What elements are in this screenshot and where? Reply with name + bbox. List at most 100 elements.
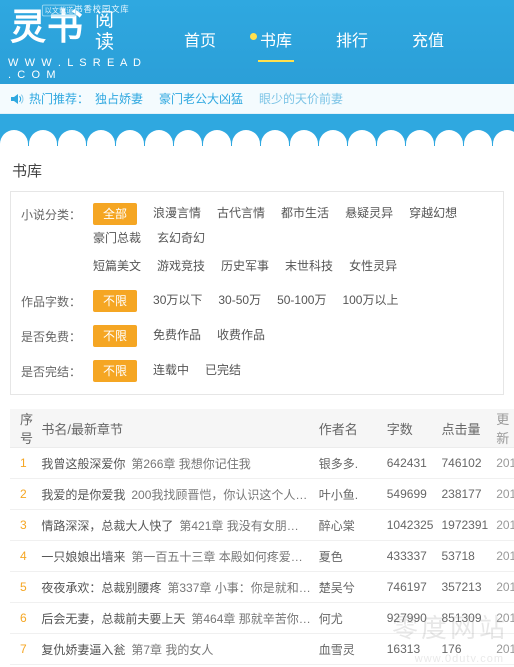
filter-option[interactable]: 收费作品 [217,325,265,345]
notice-link-1[interactable]: 独占娇妻 [95,90,143,107]
filter-option-selected[interactable]: 不限 [93,325,138,347]
book-table-wrap: 序号 书名/最新章节 作者名 字数 点击量 更新 1 我曾这般深爱你 第266章 我… [10,409,514,667]
latest-chapter-link[interactable]: 200我找顾晋恺，你认识这个人… [131,488,307,502]
table-header-row: 序号 书名/最新章节 作者名 字数 点击量 更新 [10,409,514,448]
filter-row: 短篇美文 游戏竞技 历史军事 末世科技 女性灵异 [11,256,503,285]
filter-option[interactable]: 免费作品 [153,325,201,345]
cell-title[interactable]: 情路深深，总裁大人快了 第421章 我没有女朋… [37,509,315,541]
table-row[interactable]: 7复仇娇妻逼入瓮第7章 我的女人血雪灵16313176201 [10,633,514,665]
filter-option[interactable]: 玄幻奇幻 [157,228,205,248]
cell-words: 433337 [382,540,438,572]
book-title-link[interactable]: 夜夜承欢：总裁别腰疼 [41,581,161,595]
nav-item-home[interactable]: 首页 [162,0,238,84]
book-title-link[interactable]: 情路深深，总裁大人快了 [41,519,173,533]
latest-chapter-link[interactable]: 第421章 我没有女朋… [179,519,298,533]
filter-option[interactable]: 豪门总裁 [93,228,141,248]
cell-index: 5 [10,571,38,603]
table-row[interactable]: 1我曾这般深爱你第266章 我想你记住我银多多.642431746102201 [10,447,514,479]
cell-title[interactable]: 复仇娇妻逼入瓮 第7章 我的女人 [37,633,315,665]
th-clicks[interactable]: 点击量 [437,409,493,448]
filter-option[interactable]: 历史军事 [221,256,269,276]
notice-label: 热门推荐： [29,92,90,106]
latest-chapter-link[interactable]: 第7章 我的女人 [131,643,213,657]
nav-item-library[interactable]: 书库 [238,0,314,84]
main-nav: 首页 书库 排行 充值 [162,0,466,84]
filter-option-selected[interactable]: 全部 [93,203,138,225]
filter-options: 不限 30万以下 30-50万 50-100万 100万以上 [93,290,503,315]
filter-option[interactable]: 短篇美文 [93,256,141,276]
th-update[interactable]: 更新 [492,409,514,448]
filter-option[interactable]: 100万以上 [342,290,398,310]
notice-link-2[interactable]: 豪门老公大凶猛 [159,90,243,107]
page-root: 灵书 以文载道 书香校园文库 阅 读 W W W . L S R E A D .… [0,0,514,667]
th-title[interactable]: 书名/最新章节 [37,409,315,448]
filter-option[interactable]: 游戏竞技 [157,256,205,276]
latest-chapter-link[interactable]: 第266章 我想你记住我 [131,457,250,471]
table-row[interactable]: 6 后会无妻，总裁前夫要上天 第464章 那就辛苦你… 何尤 927990 851309 2… [10,602,514,634]
cell-clicks: 851309 [437,602,493,634]
th-author[interactable]: 作者名 [314,409,383,448]
filter-option[interactable]: 50-100万 [277,290,326,310]
cell-author: 何尤 [314,602,383,634]
logo-tagline: 以文载道 [41,4,77,17]
scallop-shape [319,130,347,146]
cell-author: 醉心棠 [314,509,383,541]
book-title-link[interactable]: 一只娘娘出墙来 [41,550,125,564]
cell-words: 16313 [382,633,438,665]
filter-option[interactable]: 古代言情 [217,203,265,223]
filter-option[interactable]: 30万以下 [153,290,202,310]
cell-author: 楚吴兮 [314,571,383,603]
cell-clicks: 238177 [437,478,493,510]
cell-title[interactable]: 我爱的是你爱我 200我找顾晋恺，你认识这个人… [37,478,315,510]
nav-active-underline [258,60,295,62]
book-title-link[interactable]: 我曾这般深爱你 [41,457,125,471]
nav-active-dot-icon [250,33,258,40]
speaker-icon [8,91,24,107]
th-words[interactable]: 字数 [382,409,438,448]
cell-title[interactable]: 我曾这般深爱你 第266章 我想你记住我 [37,447,315,479]
filter-label: 是否免费： [21,330,82,344]
filter-row: 小说分类： 全部 浪漫言情 古代言情 都市生活 悬疑灵异 穿越幻想 豪门总裁 玄幻奇幻 [11,198,503,256]
nav-item-recharge[interactable]: 充值 [390,0,466,84]
latest-chapter-link[interactable]: 第一百五十三章 本殿如何疼爱… [131,550,302,564]
book-title-link[interactable]: 复仇娇妻逼入瓮 [41,643,125,657]
filter-option[interactable]: 穿越幻想 [409,203,457,223]
table-row[interactable]: 3 情路深深，总裁大人快了 第421章 我没有女朋… 醉心棠 1042325 197239… [10,509,514,541]
cell-title[interactable]: 一只娘娘出墙来 第一百五十三章 本殿如何疼爱… [37,540,315,572]
filter-option[interactable]: 浪漫言情 [153,203,201,223]
filter-option[interactable]: 女性灵异 [349,256,397,276]
table-row[interactable]: 4一只娘娘出墙来第一百五十三章 本殿如何疼爱…夏色43333753718201 [10,540,514,572]
cell-index: 3 [10,509,38,541]
site-header: 灵书 以文载道 书香校园文库 阅 读 W W W . L S R E A D .… [0,0,514,84]
cell-words: 927990 [382,602,438,634]
cell-title[interactable]: 后会无妻，总裁前夫要上天 第464章 那就辛苦你… [37,602,315,634]
nav-item-ranking[interactable]: 排行 [314,0,390,84]
th-index[interactable]: 序号 [10,409,38,448]
latest-chapter-link[interactable]: 第464章 那就辛苦你… [191,612,310,626]
filter-row: 是否免费： 不限 免费作品 收费作品 [11,320,503,355]
filter-option[interactable]: 30-50万 [218,290,261,310]
notice-link-3[interactable]: 眼少的天价前妻 [259,90,343,107]
cell-title[interactable]: 夜夜承欢：总裁别腰疼 第337章 小事：你是就和… [37,571,315,603]
filter-option[interactable]: 已完结 [205,360,241,380]
filter-option-selected[interactable]: 不限 [93,360,138,382]
filter-option-selected[interactable]: 不限 [93,290,138,312]
latest-chapter-link[interactable]: 第337章 小事：你是就和… [167,581,310,595]
filter-option[interactable]: 连载中 [153,360,189,380]
cell-clicks: 53718 [437,540,493,572]
scallop-shape [377,130,405,146]
cell-clicks: 746102 [437,447,493,479]
book-title-link[interactable]: 我爱的是你爱我 [41,488,125,502]
filter-option[interactable]: 悬疑灵异 [345,203,393,223]
book-title-link[interactable]: 后会无妻，总裁前夫要上天 [41,612,185,626]
cell-author: 叶小鱼. [314,478,383,510]
filter-option[interactable]: 末世科技 [285,256,333,276]
cell-update: 201 [492,571,514,603]
cell-update: 201 [492,478,514,510]
scallop-shape [261,130,289,146]
filter-option[interactable]: 都市生活 [281,203,329,223]
table-row[interactable]: 2 我爱的是你爱我 200我找顾晋恺，你认识这个人… 叶小鱼. 549699 238177… [10,478,514,510]
site-logo[interactable]: 灵书 以文载道 书香校园文库 阅 读 W W W . L S R E A D .… [0,0,148,84]
filter-options: 全部 浪漫言情 古代言情 都市生活 悬疑灵异 穿越幻想豪门总裁 玄幻奇幻 [93,203,503,251]
table-row[interactable]: 5 夜夜承欢：总裁别腰疼 第337章 小事：你是就和… 楚吴兮 746197 357213… [10,571,514,603]
